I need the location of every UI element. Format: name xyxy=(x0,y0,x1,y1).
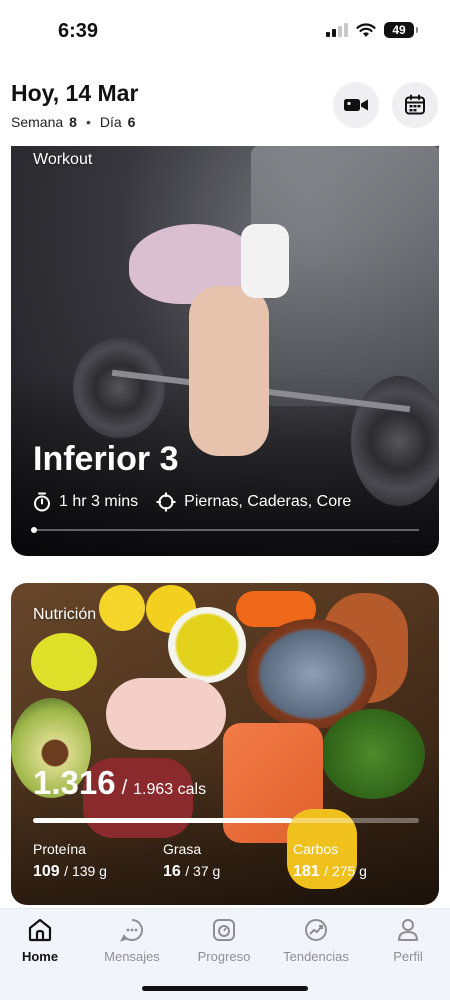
macro-current: 109 xyxy=(33,863,60,880)
signal-icon xyxy=(326,23,348,37)
macro-value: 109 / 139 g xyxy=(33,863,163,881)
workout-card[interactable]: Workout Inferior 3 1 hr 3 mins Piernas, … xyxy=(11,146,439,556)
macro-fat: Grasa 16 / 37 g xyxy=(163,841,293,881)
calories-summary: 1.316 / 1.963 cals xyxy=(33,764,206,802)
nutrition-label: Nutrición xyxy=(33,606,97,623)
barbell-plate-left xyxy=(73,338,165,438)
workout-meta: 1 hr 3 mins Piernas, Caderas, Core xyxy=(33,492,361,512)
calories-separator: / xyxy=(121,777,128,799)
video-camera-icon xyxy=(344,99,368,111)
macro-carbs: Carbos 181 / 275 g xyxy=(293,841,423,881)
home-icon xyxy=(27,917,53,943)
macro-goal: 275 g xyxy=(331,863,367,879)
page-title: Hoy, 14 Mar xyxy=(11,80,139,106)
workout-duration-text: 1 hr 3 mins xyxy=(59,493,139,510)
nutrition-card[interactable]: Nutrición 1.316 / 1.963 cals Proteína 10… xyxy=(11,583,439,905)
nav-item-messages[interactable]: Mensajes xyxy=(92,917,172,964)
workout-label: Workout xyxy=(33,151,93,168)
battery-icon: 49 xyxy=(384,22,418,38)
barbell-plate-right xyxy=(351,376,439,506)
user-icon xyxy=(395,917,421,943)
nav-item-home[interactable]: Home xyxy=(0,917,80,964)
chicken-image xyxy=(106,678,226,750)
wifi-icon xyxy=(356,22,376,37)
battery-level: 49 xyxy=(392,23,406,37)
home-indicator xyxy=(142,986,308,991)
day-label: Día xyxy=(99,114,122,130)
video-call-button[interactable] xyxy=(333,82,379,128)
athlete-legs xyxy=(189,286,269,456)
calendar-button[interactable] xyxy=(392,82,438,128)
status-bar: 6:39 49 xyxy=(0,0,450,62)
nav-label: Progreso xyxy=(197,949,251,964)
nav-label: Home xyxy=(21,949,59,964)
nav-item-progress[interactable]: Progreso xyxy=(184,917,264,964)
macro-name: Proteína xyxy=(33,841,86,857)
week-value: 8 xyxy=(69,114,77,130)
macros-row: Proteína 109 / 139 g Grasa 16 / 37 g Car… xyxy=(33,841,423,881)
stopwatch-icon xyxy=(34,492,50,512)
olive-oil-bowl-image xyxy=(168,607,246,683)
macro-goal: 37 g xyxy=(193,863,221,879)
calendar-icon xyxy=(405,94,425,115)
target-icon xyxy=(156,492,176,512)
calories-consumed: 1.316 xyxy=(33,764,116,801)
trend-icon xyxy=(303,917,329,943)
status-time: 6:39 xyxy=(58,20,99,42)
calories-goal: 1.963 cals xyxy=(133,781,207,798)
workout-duration: 1 hr 3 mins xyxy=(33,492,138,512)
nav-item-profile[interactable]: Perfil xyxy=(368,917,448,964)
macro-goal: 139 g xyxy=(71,863,107,879)
carousel-track xyxy=(33,529,419,531)
macro-goal-separator: / xyxy=(64,863,72,879)
macro-value: 16 / 37 g xyxy=(163,863,293,881)
macro-goal-separator: / xyxy=(185,863,194,879)
workout-targets-text: Piernas, Caderas, Core xyxy=(184,493,352,510)
macro-goal-separator: / xyxy=(324,863,332,879)
macro-name: Carbos xyxy=(293,841,339,857)
nav-label: Tendencias xyxy=(283,949,349,964)
macro-protein: Proteína 109 / 139 g xyxy=(33,841,163,881)
nav-item-trends[interactable]: Tendencias xyxy=(276,917,356,964)
day-value: 6 xyxy=(127,114,136,130)
macro-current: 181 xyxy=(293,863,320,880)
macro-current: 16 xyxy=(163,863,181,880)
macro-value: 181 / 275 g xyxy=(293,863,423,881)
week-day-info: Semana 8 • Día 6 xyxy=(11,114,135,130)
calories-progress-fill xyxy=(33,818,292,823)
status-icons: 49 xyxy=(326,22,418,38)
workout-title: Inferior 3 xyxy=(33,440,179,478)
broccoli-image xyxy=(321,709,425,799)
scale-icon xyxy=(211,917,237,943)
nav-label: Perfil xyxy=(393,949,423,964)
lemon-image xyxy=(99,585,145,631)
calories-progress-bar xyxy=(33,818,419,823)
separator-dot: • xyxy=(85,114,91,130)
athlete-top xyxy=(241,224,289,298)
workout-targets: Piernas, Caderas, Core xyxy=(156,492,351,512)
pear-image xyxy=(31,633,97,691)
nav-label: Mensajes xyxy=(104,949,160,964)
macro-name: Grasa xyxy=(163,841,202,857)
chat-icon xyxy=(119,917,145,943)
header: Hoy, 14 Mar Semana 8 • Día 6 xyxy=(0,62,450,146)
week-label: Semana xyxy=(11,114,64,130)
carousel-indicator[interactable] xyxy=(31,527,37,533)
